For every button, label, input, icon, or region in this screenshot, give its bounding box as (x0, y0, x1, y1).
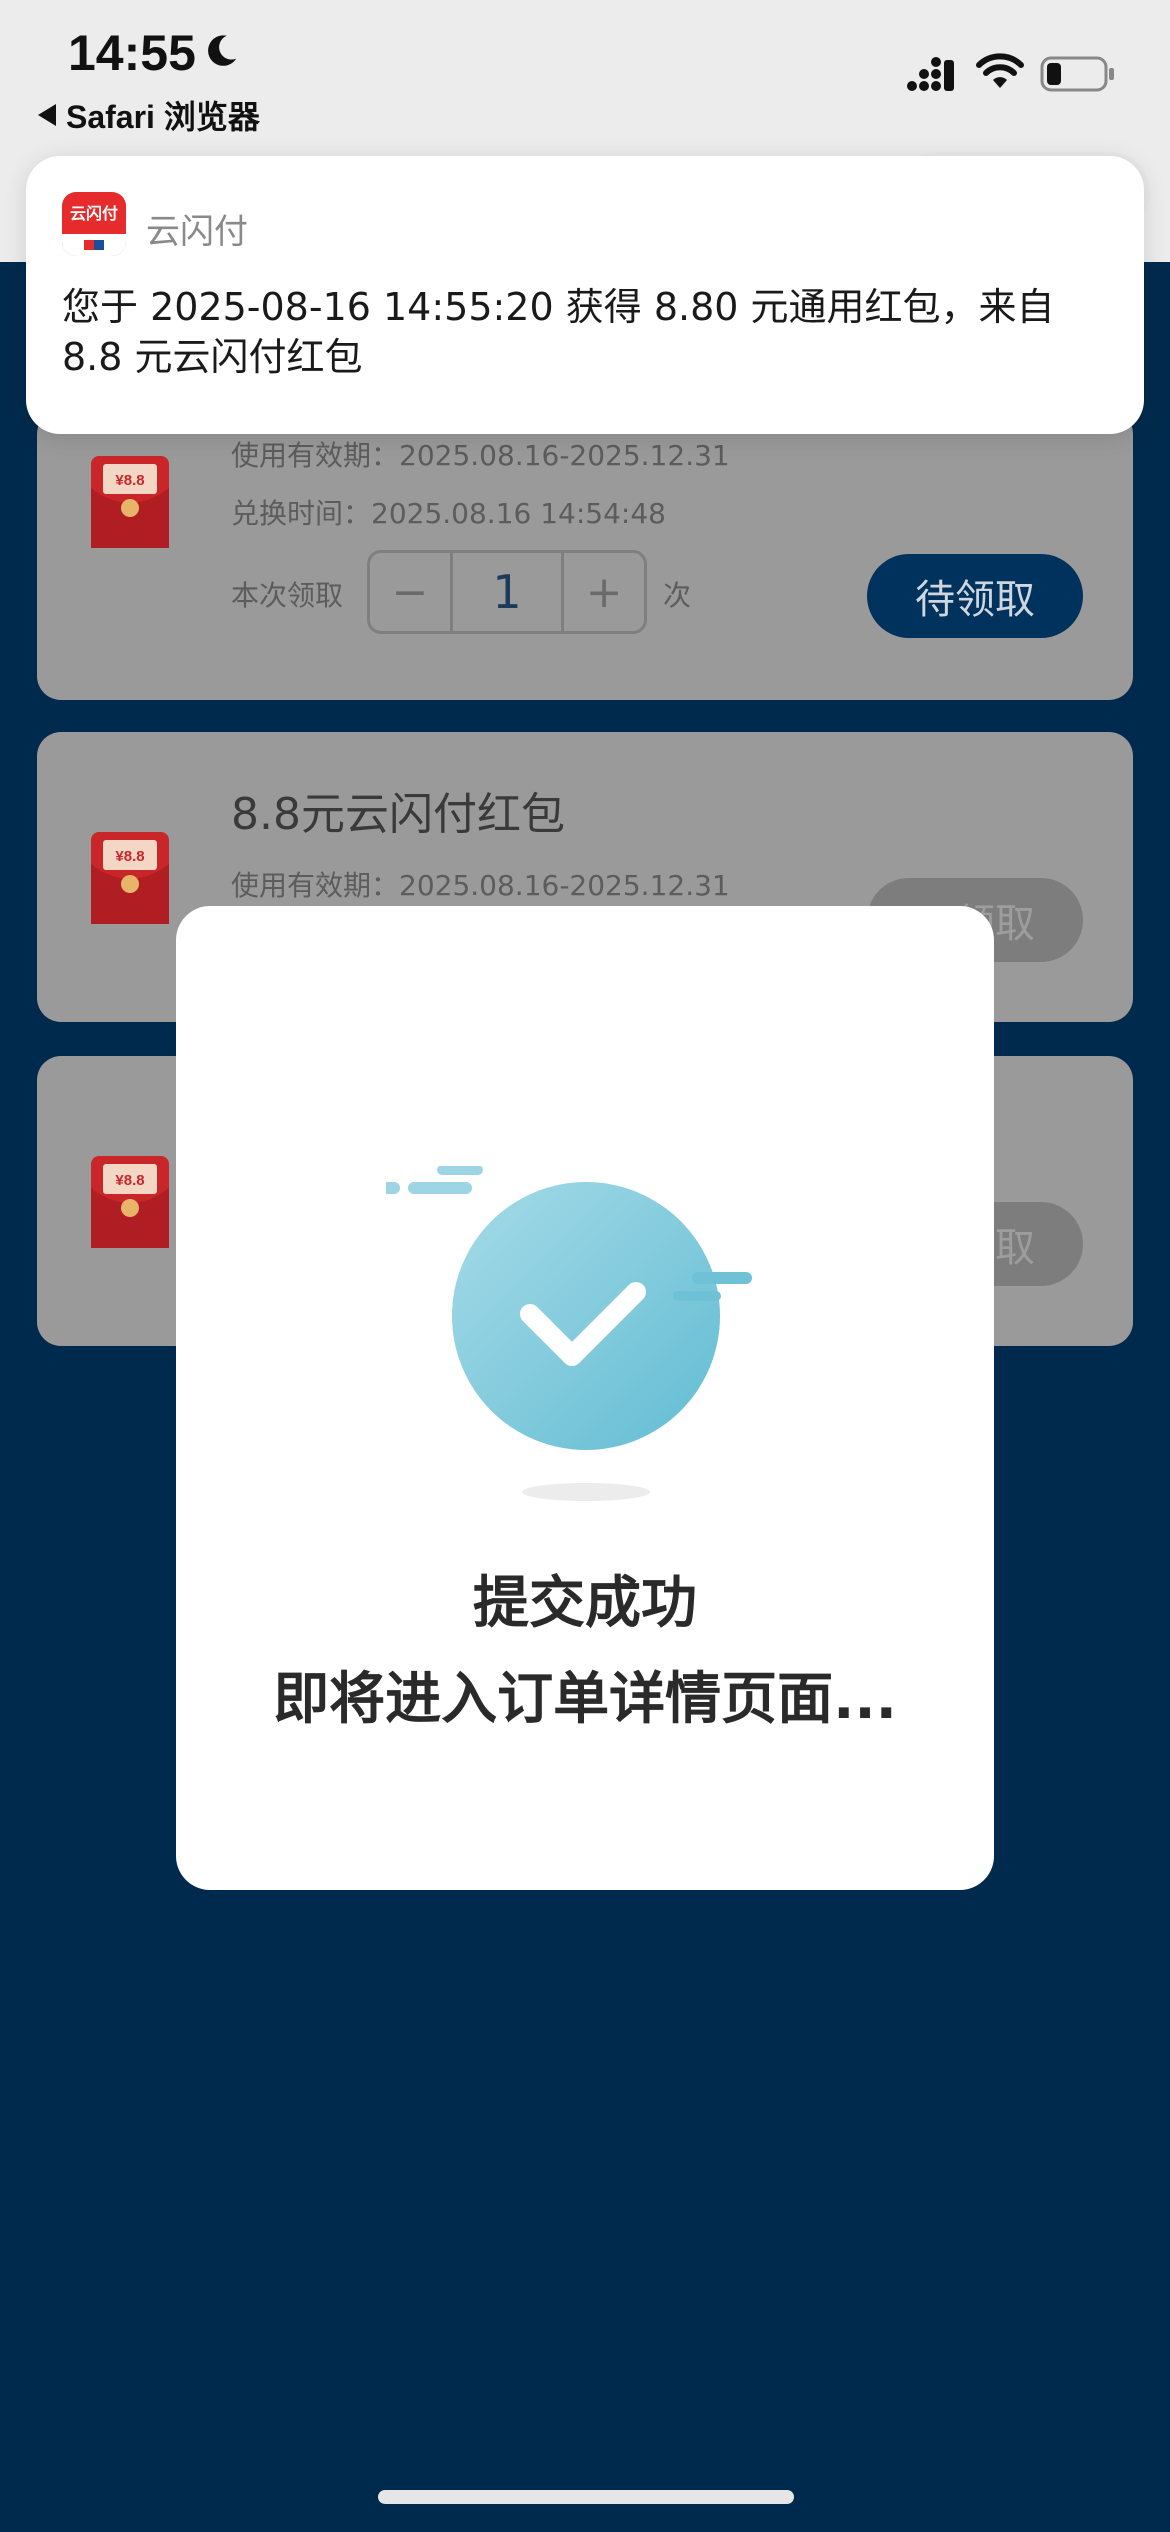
card-redeem-time: 兑换时间：2025.08.16 14:54:48 (231, 497, 666, 530)
dialog-title: 提交成功 (473, 1571, 697, 1636)
success-dialog: 提交成功 即将进入订单详情页面... (176, 906, 994, 1890)
battery-icon (1040, 56, 1114, 92)
notification-message: 您于 2025-08-16 14:55:20 获得 8.80 元通用红包，来自 … (62, 285, 1055, 379)
moon-icon (208, 35, 237, 66)
quantity-value[interactable]: 1 (450, 553, 564, 631)
envelope-label: ¥8.8 (115, 848, 144, 865)
status-time: 14:55 (68, 25, 196, 81)
red-envelope-icon: ¥8.8 (91, 1156, 169, 1248)
red-envelope-icon: ¥8.8 (91, 832, 169, 924)
card-validity: 使用有效期：2025.08.16-2025.12.31 (231, 869, 730, 902)
increment-button[interactable]: + (564, 553, 644, 631)
app-icon-label: 云闪付 (69, 204, 118, 223)
decrement-button[interactable]: − (370, 553, 450, 631)
card-title: 8.8元云闪付红包 (231, 789, 565, 840)
dialog-subtitle: 即将进入订单详情页面... (273, 1667, 897, 1732)
coupon-card: ¥8.8 使用有效期：2025.08.16-2025.12.31 兑换时间：20… (37, 410, 1133, 700)
success-check-icon (386, 1166, 752, 1501)
cellular-signal-icon (907, 57, 954, 91)
card-validity: 使用有效期：2025.08.16-2025.12.31 (231, 439, 730, 472)
notification-app-name: 云闪付 (146, 212, 248, 252)
unionpay-app-icon: 云闪付 (62, 192, 126, 256)
back-arrow-icon (38, 104, 56, 126)
push-notification[interactable]: 云闪付 云闪付 您于 2025-08-16 14:55:20 获得 8.80 元… (26, 156, 1144, 434)
envelope-label: ¥8.8 (115, 1172, 144, 1189)
red-envelope-icon: ¥8.8 (91, 456, 169, 548)
qty-label: 本次领取 (231, 579, 344, 612)
times-label: 次 (663, 579, 692, 612)
back-app-label: Safari 浏览器 (66, 99, 260, 135)
home-indicator[interactable] (378, 2490, 794, 2504)
back-to-safari-link[interactable]: Safari 浏览器 (38, 92, 260, 138)
wifi-icon (976, 53, 1024, 88)
envelope-label: ¥8.8 (115, 472, 144, 489)
claim-button[interactable]: 待领取 (867, 554, 1083, 638)
quantity-stepper: − 1 + (367, 550, 647, 634)
